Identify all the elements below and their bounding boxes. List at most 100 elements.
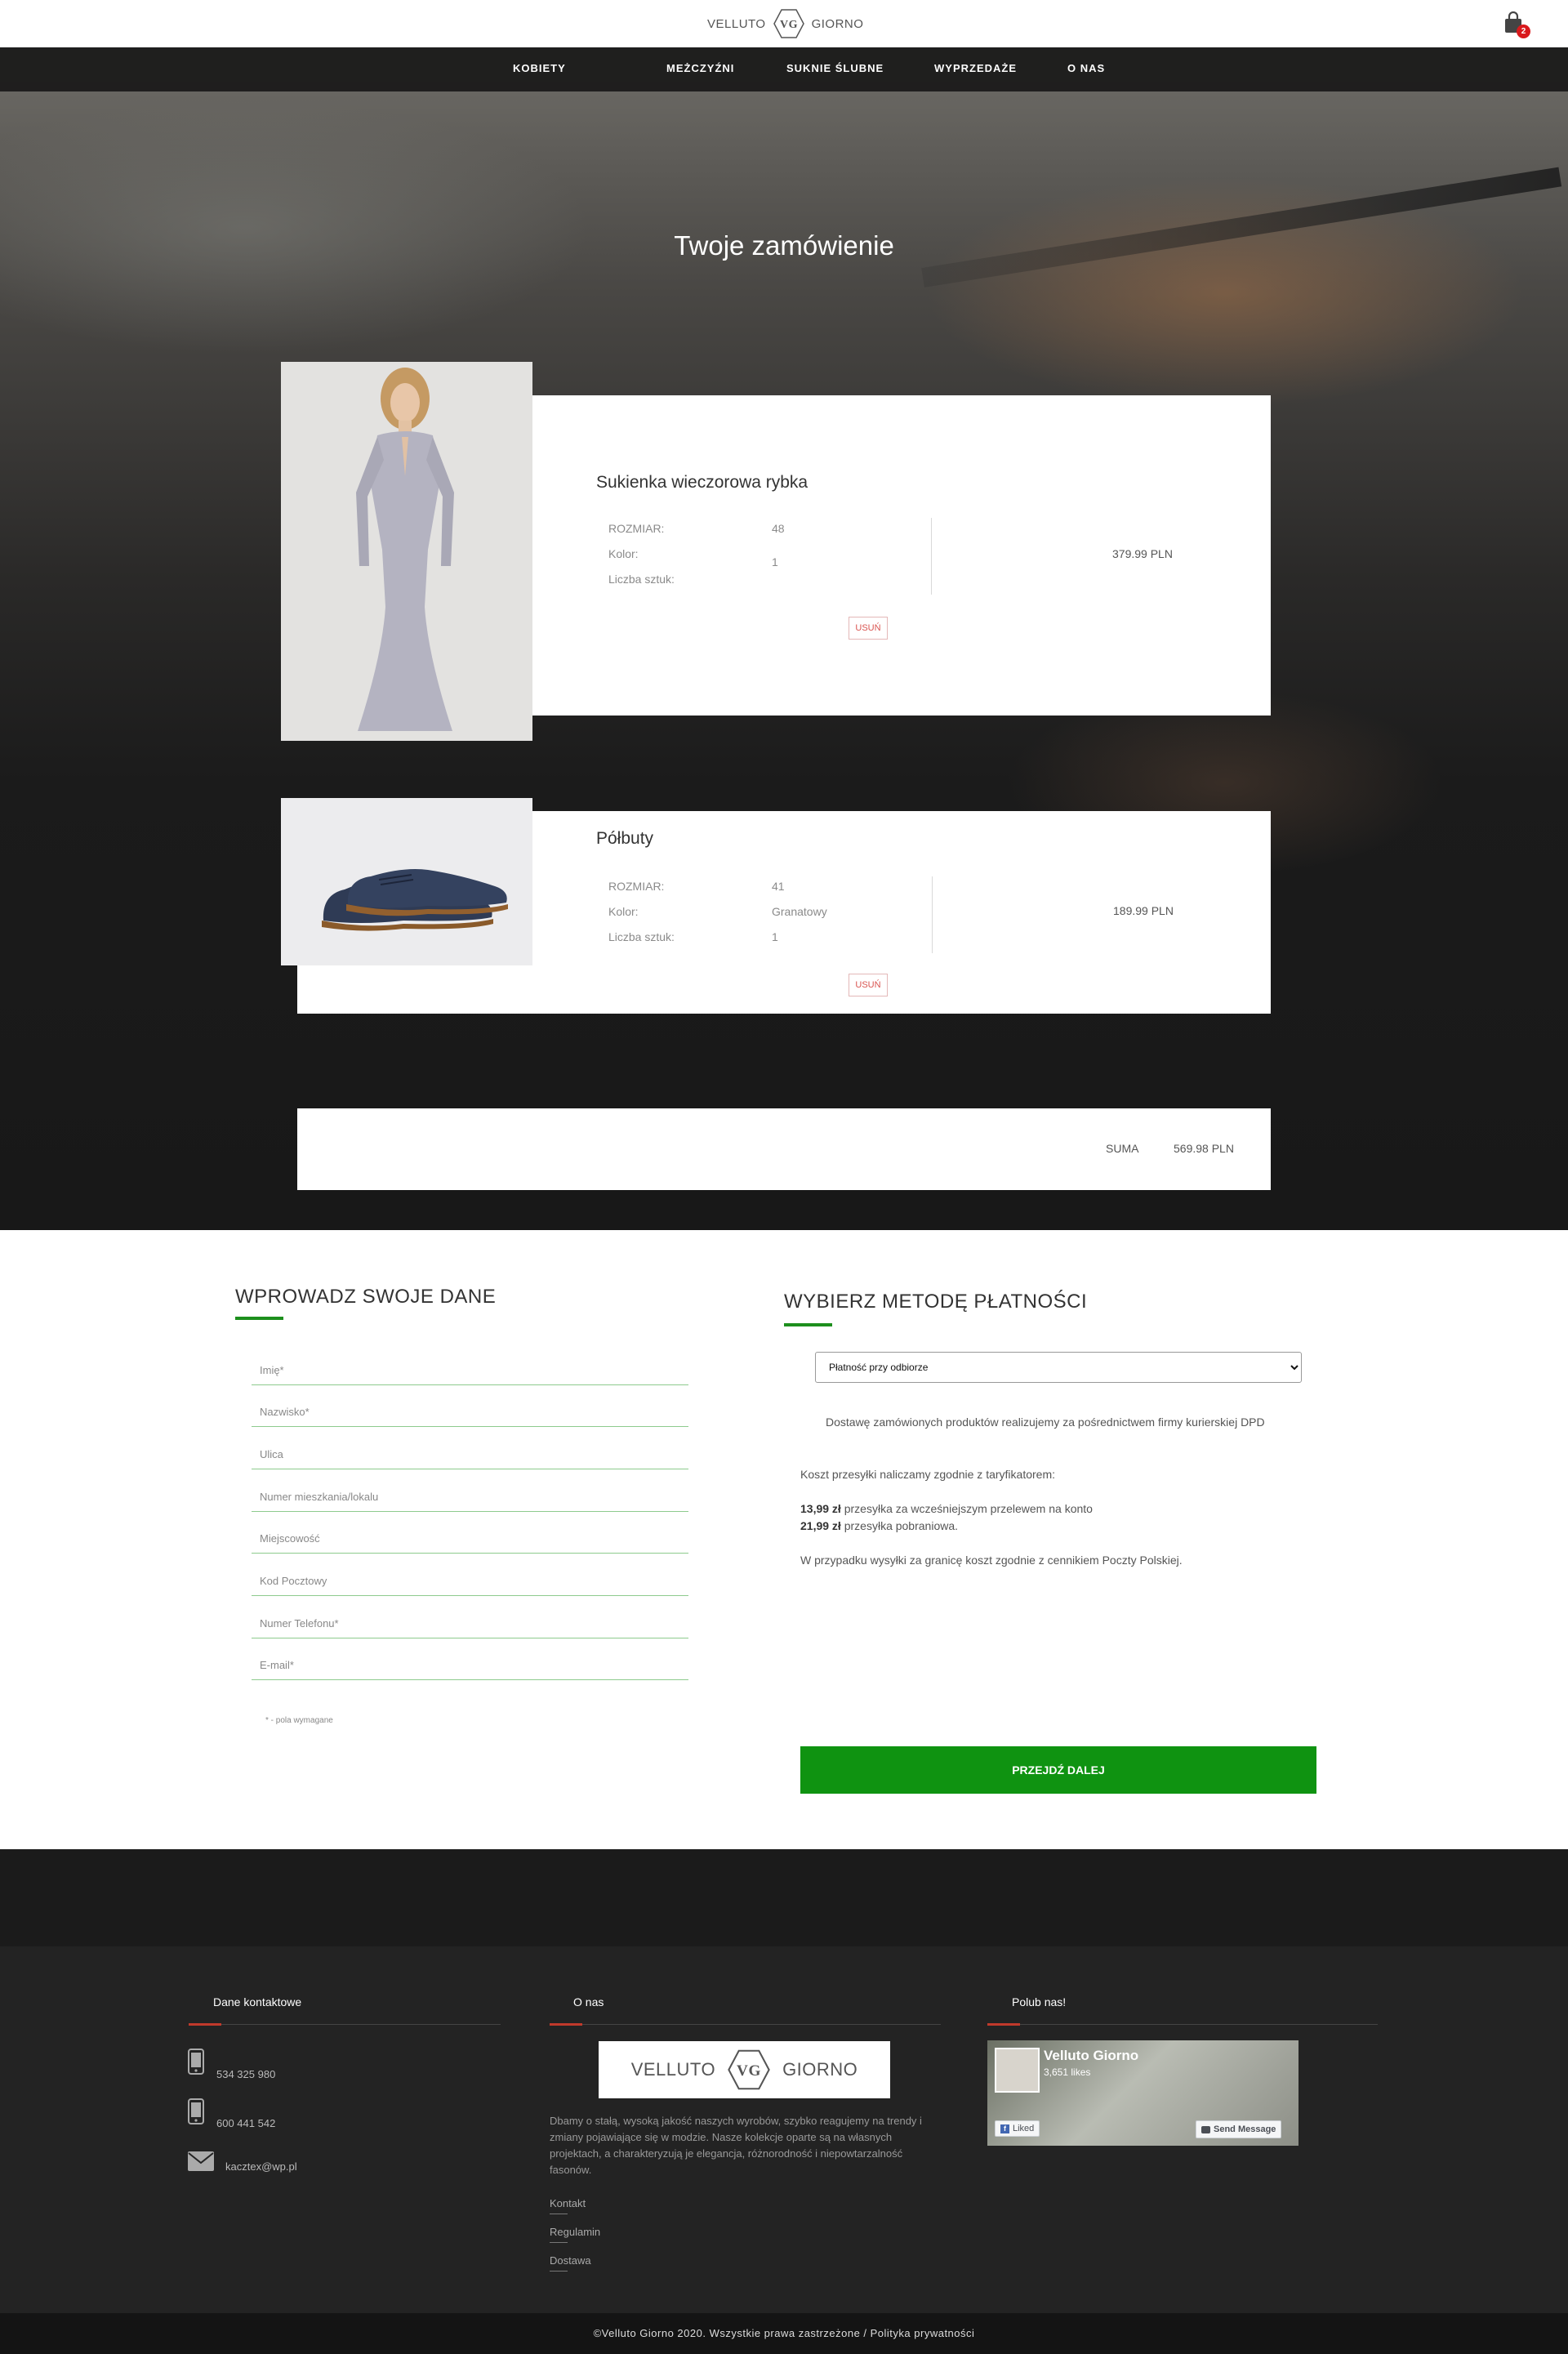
facebook-page-widget[interactable]: Velluto Giorno 3,651 likes f Liked Send …: [987, 2040, 1298, 2146]
dress-illustration: [281, 362, 532, 741]
brand-left-text: VELLUTO: [707, 16, 766, 31]
nav-item-wyprzedaze[interactable]: WYPRZEDAŻE: [934, 62, 1017, 74]
nav-item-suknie-slubne[interactable]: SUKNIE ŚLUBNE: [786, 62, 884, 74]
required-fields-note: * - pola wymagane: [265, 1716, 333, 1725]
brand-logo[interactable]: VELLUTO VG GIORNO: [707, 8, 863, 39]
envelope-icon: [188, 2151, 214, 2171]
footer-link-kontakt[interactable]: Kontakt: [550, 2197, 586, 2209]
liked-label: Liked: [1013, 2124, 1035, 2133]
dress-product-image: [281, 362, 532, 741]
facebook-page-avatar: [995, 2048, 1040, 2093]
nav-item-kobiety[interactable]: KOBIETY: [513, 62, 566, 74]
facebook-page-name[interactable]: Velluto Giorno: [1044, 2048, 1138, 2064]
sum-value: 569.98 PLN: [1174, 1142, 1234, 1155]
clothes-rack-decoration: [921, 167, 1562, 288]
continue-button[interactable]: PRZEJDŹ DALEJ: [800, 1746, 1316, 1794]
facebook-liked-button[interactable]: f Liked: [995, 2120, 1040, 2137]
about-title: O nas: [573, 1995, 604, 2008]
cart-count-badge: 2: [1517, 25, 1530, 38]
phone-field[interactable]: [252, 1609, 688, 1638]
send-message-label: Send Message: [1214, 2124, 1276, 2134]
main-nav: KOBIETY MEŻCZYŹNI SUKNIE ŚLUBNE WYPRZEDA…: [0, 47, 1568, 91]
footer-accent: [550, 2023, 582, 2026]
quantity-value: 1: [772, 555, 778, 568]
item-price: 189.99 PLN: [1113, 904, 1174, 917]
shoes-illustration: [281, 798, 532, 965]
payment-method-title: WYBIERZ METODĘ PŁATNOŚCI: [784, 1291, 1088, 1313]
monogram-text: VG: [780, 19, 798, 31]
sum-label: SUMA: [1106, 1142, 1139, 1155]
footer-brand-logo: VELLUTO VG GIORNO: [599, 2041, 890, 2098]
shipping-rate-transfer: 13,99 zł przesyłka za wcześniejszym prze…: [800, 1500, 1316, 1518]
monogram-hexagon-icon: VG: [728, 2049, 770, 2090]
monogram-hexagon-icon: VG: [773, 9, 804, 38]
footer-accent: [189, 2023, 221, 2026]
footer-divider: [550, 2024, 941, 2025]
phone-number-1[interactable]: 534 325 980: [216, 2068, 275, 2080]
size-value: 41: [772, 880, 785, 893]
page-title: Twoje zamówienie: [674, 230, 894, 261]
like-us-title: Polub nas!: [1012, 1995, 1067, 2008]
top-header: VELLUTO VG GIORNO 2: [0, 0, 1568, 47]
email-field[interactable]: [252, 1651, 688, 1680]
payment-method-select[interactable]: Płatność przy odbiorze: [815, 1352, 1302, 1383]
phone-icon: [188, 2049, 204, 2075]
nav-item-o-nas[interactable]: O NAS: [1067, 62, 1105, 74]
cart-item-dress: Sukienka wieczorowa rybka ROZMIAR: 48 Ko…: [532, 395, 1271, 716]
monogram-text: VG: [737, 2062, 761, 2080]
email-address[interactable]: kacztex@wp.pl: [225, 2160, 297, 2173]
color-label: Kolor:: [608, 905, 639, 918]
remove-item-button[interactable]: USUŃ: [849, 974, 888, 996]
color-value: Granatowy: [772, 905, 827, 918]
item-name: Sukienka wieczorowa rybka: [596, 473, 808, 492]
quantity-value: 1: [772, 930, 778, 943]
apartment-number-field[interactable]: [252, 1482, 688, 1512]
remove-item-button[interactable]: USUŃ: [849, 617, 888, 640]
customer-data-title: WPROWADZ SWOJE DANE: [235, 1286, 497, 1308]
size-value: 48: [772, 522, 785, 535]
last-name-field[interactable]: [252, 1398, 688, 1427]
link-underline: [550, 2271, 568, 2272]
footer-spacer-band: [0, 1849, 1568, 1946]
rate-description: przesyłka pobraniowa.: [844, 1519, 959, 1532]
shipping-rate-cod: 21,99 zł przesyłka pobraniowa.: [800, 1518, 1316, 1535]
quantity-label: Liczba sztuk:: [608, 573, 675, 586]
footer-divider: [987, 2024, 1378, 2025]
about-text: Dbamy o stałą, wysoką jakość naszych wyr…: [550, 2115, 922, 2176]
facebook-likes-count: 3,651 likes: [1044, 2066, 1091, 2078]
street-field[interactable]: [252, 1440, 688, 1469]
city-field[interactable]: [252, 1524, 688, 1554]
postal-code-field[interactable]: [252, 1567, 688, 1596]
title-underline: [784, 1323, 832, 1326]
link-underline: [550, 2242, 568, 2243]
facebook-icon: f: [1000, 2124, 1009, 2133]
footer: Dane kontaktowe 534 325 980 600 441 542 …: [0, 1946, 1568, 2313]
phone-icon: [188, 2098, 204, 2124]
message-icon: [1201, 2125, 1210, 2133]
order-summary: SUMA 569.98 PLN: [297, 1108, 1271, 1190]
cart-button[interactable]: 2: [1503, 11, 1530, 39]
phone-number-2[interactable]: 600 441 542: [216, 2117, 275, 2129]
nav-item-mezczyzni[interactable]: MEŻCZYŹNI: [666, 62, 734, 74]
contact-title: Dane kontaktowe: [213, 1995, 302, 2008]
color-label: Kolor:: [608, 547, 639, 560]
footer-link-dostawa[interactable]: Dostawa: [550, 2254, 591, 2267]
shipping-intro: Koszt przesyłki naliczamy zgodnie z tary…: [800, 1468, 1055, 1481]
brand-right-text: GIORNO: [811, 16, 864, 31]
first-name-field[interactable]: [252, 1356, 688, 1385]
delivery-info: Dostawę zamówionych produktów realizujem…: [826, 1416, 1265, 1429]
divider: [931, 518, 932, 595]
item-price: 379.99 PLN: [1112, 547, 1173, 560]
item-name: Półbuty: [596, 829, 654, 848]
title-underline: [235, 1317, 283, 1320]
size-label: ROZMIAR:: [608, 522, 665, 535]
rate-amount: 21,99 zł: [800, 1519, 841, 1532]
footer-divider: [189, 2024, 501, 2025]
footer-link-regulamin[interactable]: Regulamin: [550, 2226, 600, 2238]
rate-amount: 13,99 zł: [800, 1502, 841, 1515]
abroad-shipping-info: W przypadku wysyłki za granicę koszt zgo…: [800, 1554, 1183, 1567]
facebook-send-message-button[interactable]: Send Message: [1196, 2120, 1282, 2138]
divider: [932, 876, 933, 953]
brand-right-text: GIORNO: [782, 2059, 858, 2080]
size-label: ROZMIAR:: [608, 880, 665, 893]
